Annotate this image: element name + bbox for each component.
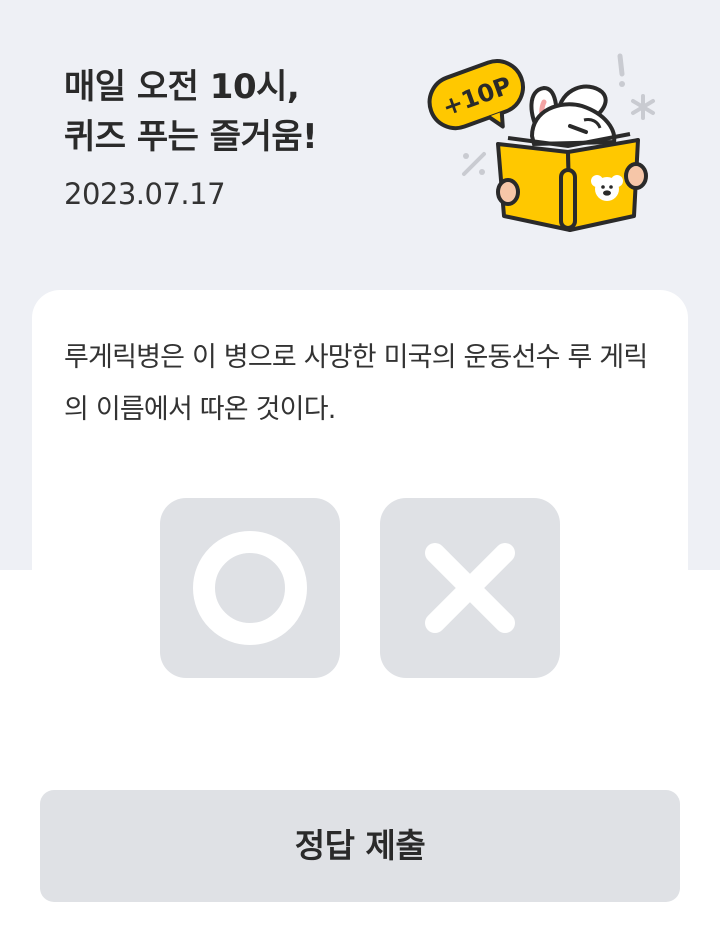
quiz-date: 2023.07.17 bbox=[64, 177, 226, 211]
answer-x-button[interactable] bbox=[380, 498, 560, 678]
quiz-header: 매일 오전 10시, 퀴즈 푸는 즐거움! 2023.07.17 bbox=[64, 62, 424, 212]
rabbit-reading-book-icon: +10P bbox=[420, 44, 670, 244]
headline-line-1: 매일 오전 10시, bbox=[64, 67, 300, 107]
headline-line-2: 퀴즈 푸는 즐거움! bbox=[64, 117, 318, 157]
submit-answer-button[interactable]: 정답 제출 bbox=[40, 790, 680, 902]
quiz-card: 루게릭병은 이 병으로 사망한 미국의 운동선수 루 게릭의 이름에서 따온 것… bbox=[32, 290, 688, 730]
circle-o-icon bbox=[193, 531, 307, 645]
quiz-question: 루게릭병은 이 병으로 사망한 미국의 운동선수 루 게릭의 이름에서 따온 것… bbox=[64, 342, 648, 425]
cross-x-icon bbox=[425, 543, 515, 633]
answer-o-button[interactable] bbox=[160, 498, 340, 678]
